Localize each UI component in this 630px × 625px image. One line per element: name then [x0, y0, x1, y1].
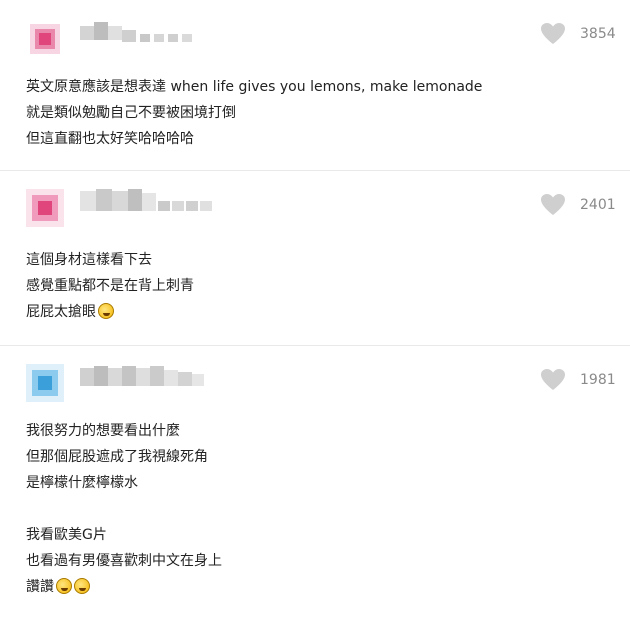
like-group[interactable]: 3854 — [540, 22, 618, 46]
comment-line: 我看歐美G片 — [26, 527, 107, 543]
avatar[interactable] — [20, 183, 70, 233]
comment-line: 但那個屁股遮成了我視線死角 — [26, 449, 208, 465]
comment-line-blank — [26, 496, 222, 522]
like-count: 1981 — [580, 372, 616, 388]
username-blurred[interactable] — [80, 183, 220, 223]
comment-text: 我很努力的想要看出什麼 但那個屁股遮成了我視線死角 是檸檬什麼檸檬水 我看歐美G… — [26, 418, 222, 600]
laughing-emoji-icon — [98, 303, 114, 319]
comment-item: 3854 英文原意應該是想表達 when life gives you lemo… — [0, 0, 630, 170]
comment-line-text: 屁屁太搶眼 — [26, 304, 96, 320]
like-group[interactable]: 2401 — [540, 193, 618, 217]
avatar[interactable] — [20, 358, 70, 408]
username-blurred[interactable] — [80, 358, 210, 398]
grinning-emoji-icon — [56, 578, 72, 594]
comment-line: 我很努力的想要看出什麼 — [26, 423, 180, 439]
comment-line: 感覺重點都不是在背上刺青 — [26, 278, 194, 294]
comment-line: 但這直翻也太好笑哈哈哈哈 — [26, 131, 194, 147]
comment-line: 屁屁太搶眼 — [26, 299, 194, 325]
username-blurred[interactable] — [80, 14, 220, 54]
heart-icon[interactable] — [540, 22, 566, 46]
comment-line-text: 讚讚 — [26, 579, 54, 595]
comment-item: 1981 我很努力的想要看出什麼 但那個屁股遮成了我視線死角 是檸檬什麼檸檬水 … — [0, 345, 630, 625]
grinning-emoji-icon — [74, 578, 90, 594]
comment-line: 也看過有男優喜歡刺中文在身上 — [26, 553, 222, 569]
like-group[interactable]: 1981 — [540, 368, 618, 392]
comment-line: 就是類似勉勵自己不要被困境打倒 — [26, 105, 236, 121]
like-count: 2401 — [580, 197, 616, 213]
comment-item: 2401 這個身材這樣看下去 感覺重點都不是在背上刺青 屁屁太搶眼 — [0, 170, 630, 345]
comment-line: 讚讚 — [26, 574, 222, 600]
comment-text: 這個身材這樣看下去 感覺重點都不是在背上刺青 屁屁太搶眼 — [26, 247, 194, 325]
comment-text: 英文原意應該是想表達 when life gives you lemons, m… — [26, 74, 482, 152]
comment-line: 英文原意應該是想表達 when life gives you lemons, m… — [26, 79, 483, 95]
heart-icon[interactable] — [540, 193, 566, 217]
comment-line: 這個身材這樣看下去 — [26, 252, 152, 268]
heart-icon[interactable] — [540, 368, 566, 392]
comment-line: 是檸檬什麼檸檬水 — [26, 475, 138, 491]
avatar[interactable] — [20, 14, 70, 64]
like-count: 3854 — [580, 26, 616, 42]
